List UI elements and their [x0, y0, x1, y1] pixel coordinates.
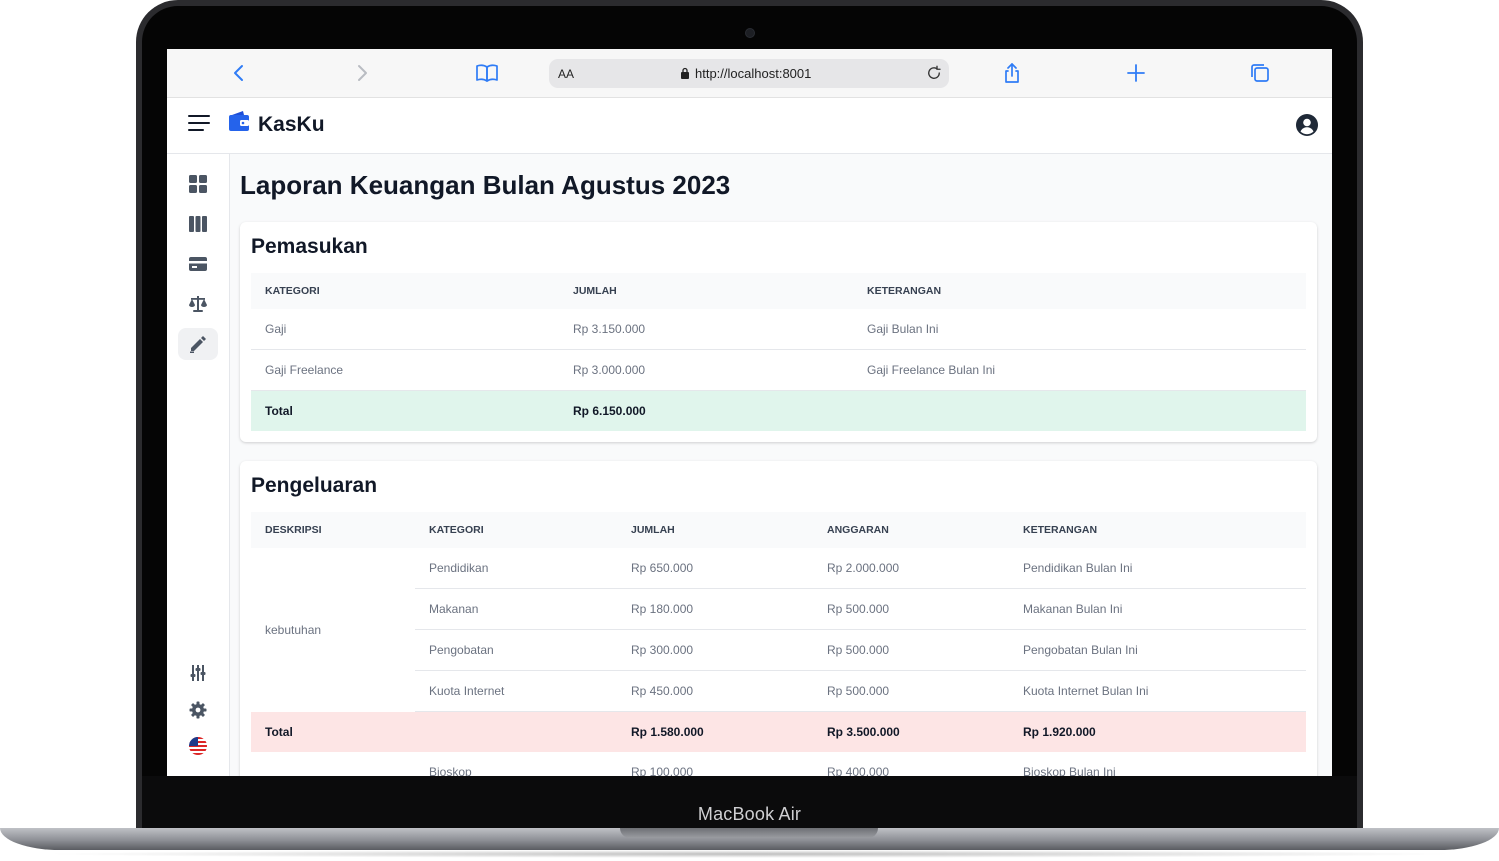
screen: AA http://localhost:8001 KasKu Laporan K…	[167, 49, 1332, 776]
browser-toolbar: AA http://localhost:8001	[167, 49, 1332, 98]
menu-toggle-icon[interactable]	[188, 115, 210, 133]
pencil-icon	[190, 336, 206, 353]
back-icon[interactable]	[227, 61, 251, 85]
cell-anggaran: Rp 500.000	[813, 629, 1009, 671]
cell-keterangan: Pengobatan Bulan Ini	[1009, 629, 1306, 671]
column-header-kategori[interactable]: KATEGORI	[415, 512, 617, 548]
url-text: http://localhost:8001	[695, 66, 812, 81]
bookmarks-icon[interactable]	[475, 61, 499, 85]
cell-kategori: Pengobatan	[415, 629, 617, 671]
sidebar-item-dashboard[interactable]	[178, 168, 218, 200]
cell-jumlah: Rp 650.000	[617, 548, 813, 589]
column-header-jumlah[interactable]: JUMLAH	[559, 273, 853, 309]
app-header: KasKu	[167, 98, 1332, 154]
column-header-jumlah[interactable]: JUMLAH	[617, 512, 813, 548]
table-header-row: DESKRIPSI KATEGORI JUMLAH ANGGARAN KETER…	[251, 512, 1306, 548]
cell-kategori: Pendidikan	[415, 548, 617, 589]
cell-jumlah: Rp 300.000	[617, 629, 813, 671]
expense-table: DESKRIPSI KATEGORI JUMLAH ANGGARAN KETER…	[251, 512, 1306, 776]
cell-kategori: Bioskop	[415, 752, 617, 776]
cell-keterangan: Pendidikan Bulan Ini	[1009, 548, 1306, 589]
cell-jumlah: Rp 100.000	[617, 752, 813, 776]
expense-card: Pengeluaran DESKRIPSI KATEGORI JUMLAH AN…	[240, 461, 1317, 776]
sidebar-item-settings[interactable]	[178, 694, 218, 726]
expense-title: Pengeluaran	[251, 474, 378, 497]
income-total-row: Total Rp 6.150.000	[251, 390, 1306, 431]
dashboard-icon	[189, 175, 207, 193]
total-anggaran: Rp 3.500.000	[813, 711, 1009, 752]
device-label: MacBook Air	[697, 804, 802, 824]
us-flag-icon	[189, 737, 207, 755]
total-jumlah: Rp 6.150.000	[559, 390, 853, 431]
income-card: Pemasukan KATEGORI JUMLAH KETERANGAN Gaj…	[240, 222, 1317, 442]
laptop-shadow	[40, 850, 1460, 858]
address-bar[interactable]: AA http://localhost:8001	[549, 59, 949, 88]
scale-icon	[189, 296, 207, 312]
cell-keterangan: Kuota Internet Bulan Ini	[1009, 670, 1306, 712]
cell-jumlah: Rp 450.000	[617, 670, 813, 712]
cell-keterangan: Makanan Bulan Ini	[1009, 588, 1306, 630]
tabs-icon[interactable]	[1248, 61, 1272, 85]
sliders-icon	[190, 665, 206, 681]
group-deskripsi: kebutuhan	[265, 622, 322, 637]
sidebar-item-columns[interactable]	[178, 208, 218, 240]
new-tab-icon[interactable]	[1124, 61, 1148, 85]
cell-anggaran: Rp 500.000	[813, 588, 1009, 630]
income-title: Pemasukan	[251, 235, 368, 258]
column-header-anggaran[interactable]: ANGGARAN	[813, 512, 1009, 548]
credit-card-icon	[189, 257, 207, 271]
total-label: Total	[251, 711, 415, 752]
camera	[745, 28, 755, 38]
account-icon[interactable]	[1296, 114, 1318, 136]
gear-icon	[189, 701, 207, 719]
sidebar-item-filters[interactable]	[178, 657, 218, 689]
column-header-keterangan[interactable]: KETERANGAN	[1009, 512, 1306, 548]
table-header-row: KATEGORI JUMLAH KETERANGAN	[251, 273, 1306, 309]
reload-icon[interactable]	[925, 64, 943, 82]
page-title: Laporan Keuangan Bulan Agustus 2023	[240, 170, 731, 200]
column-header-keterangan[interactable]: KETERANGAN	[853, 273, 1306, 309]
income-table: KATEGORI JUMLAH KETERANGAN Gaji Rp 3.150…	[251, 273, 1306, 431]
wallet-logo-icon	[229, 111, 249, 131]
table-row: Gaji Freelance Rp 3.000.000 Gaji Freelan…	[251, 349, 1306, 391]
column-header-deskripsi[interactable]: DESKRIPSI	[251, 512, 415, 548]
cell-anggaran: Rp 400.000	[813, 752, 1009, 776]
total-empty-cell	[853, 390, 1306, 431]
column-header-kategori[interactable]: KATEGORI	[251, 273, 559, 309]
main-content: Laporan Keuangan Bulan Agustus 2023 Pema…	[230, 154, 1332, 776]
sidebar	[167, 154, 230, 776]
group-deskripsi-empty	[251, 752, 415, 776]
table-row: Gaji Rp 3.150.000 Gaji Bulan Ini	[251, 309, 1306, 350]
expense-total-row: Total Rp 1.580.000 Rp 3.500.000 Rp 1.920…	[251, 711, 1306, 752]
cell-kategori: Makanan	[415, 588, 617, 630]
reader-aa-button[interactable]: AA	[558, 67, 574, 81]
cell-jumlah: Rp 3.000.000	[559, 349, 853, 391]
table-row: Bioskop Rp 100.000 Rp 400.000 Bioskop Bu…	[251, 752, 1306, 776]
sidebar-item-language[interactable]	[178, 730, 218, 762]
total-empty-cell	[415, 711, 617, 752]
laptop-base-notch	[620, 828, 878, 838]
cell-anggaran: Rp 2.000.000	[813, 548, 1009, 589]
cell-jumlah: Rp 180.000	[617, 588, 813, 630]
columns-icon	[189, 216, 207, 232]
lock-icon	[681, 67, 689, 79]
total-jumlah: Rp 1.580.000	[617, 711, 813, 752]
cell-jumlah: Rp 3.150.000	[559, 309, 853, 350]
share-icon[interactable]	[1000, 61, 1024, 85]
sidebar-item-transactions[interactable]	[178, 248, 218, 280]
total-label: Total	[251, 390, 559, 431]
sidebar-item-report[interactable]	[178, 328, 218, 360]
forward-icon[interactable]	[350, 61, 374, 85]
cell-keterangan: Gaji Bulan Ini	[853, 309, 1306, 350]
cell-anggaran: Rp 500.000	[813, 670, 1009, 712]
cell-keterangan: Bioskop Bulan Ini	[1009, 752, 1306, 776]
sidebar-item-balance[interactable]	[178, 288, 218, 320]
cell-keterangan: Gaji Freelance Bulan Ini	[853, 349, 1306, 391]
total-keterangan: Rp 1.920.000	[1009, 711, 1306, 752]
app-name[interactable]: KasKu	[258, 113, 325, 137]
table-row: kebutuhan Pendidikan Rp 650.000 Rp 2.000…	[251, 548, 1306, 637]
cell-kategori: Gaji Freelance	[251, 349, 559, 391]
cell-kategori: Kuota Internet	[415, 670, 617, 712]
cell-kategori: Gaji	[251, 309, 559, 350]
